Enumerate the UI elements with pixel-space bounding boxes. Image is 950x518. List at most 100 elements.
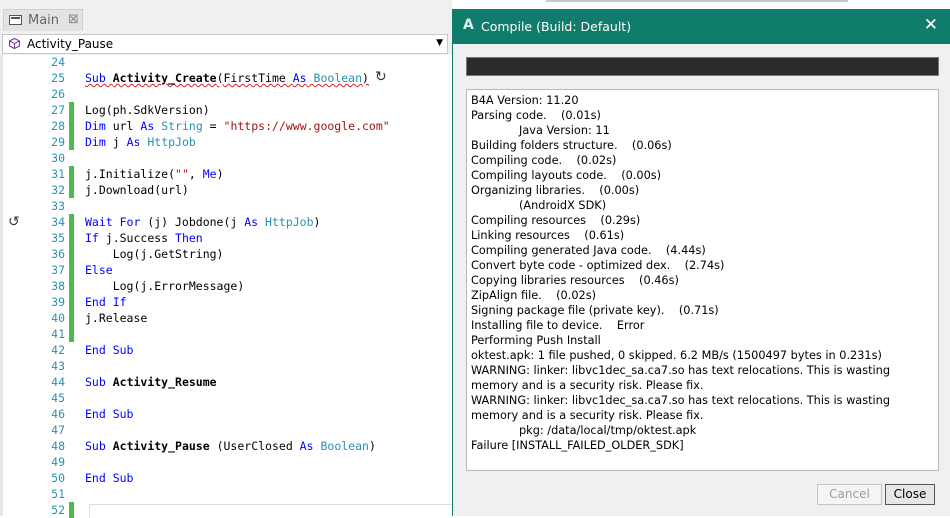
code-line[interactable]: 49 bbox=[3, 454, 455, 470]
code-line[interactable]: 34 Wait For (j) Jobdone(j As HttpJob) bbox=[3, 214, 455, 230]
log-line: WARNING: linker: libvc1dec_sa.ca7.so has… bbox=[471, 364, 894, 392]
code-text: Log(j.ErrorMessage) bbox=[85, 279, 245, 293]
line-number: 41 bbox=[51, 327, 65, 341]
code-line[interactable]: 39 End If bbox=[3, 294, 455, 310]
line-number: 27 bbox=[51, 103, 65, 117]
code-line[interactable]: 32 j.Download(url) bbox=[3, 182, 455, 198]
line-number: 46 bbox=[51, 407, 65, 421]
line-number: 34 bbox=[51, 215, 65, 229]
line-number: 40 bbox=[51, 311, 65, 325]
code-line[interactable]: 43 bbox=[3, 358, 455, 374]
change-marker bbox=[69, 182, 74, 198]
line-number: 37 bbox=[51, 263, 65, 277]
b4a-logo-icon: A bbox=[463, 17, 474, 33]
log-line: Building folders structure. (0.06s) bbox=[471, 139, 672, 152]
log-line: Convert byte code - optimized dex. (2.74… bbox=[471, 259, 725, 272]
change-marker bbox=[69, 214, 74, 230]
log-line: Signing package file (private key). (0.7… bbox=[471, 304, 719, 317]
code-text: Log(j.GetString) bbox=[85, 247, 224, 261]
dialog-title-bar: A Compile (Build: Default) ✕ bbox=[453, 9, 950, 44]
code-line[interactable]: 37 Else bbox=[3, 262, 455, 278]
code-line[interactable]: 35 If j.Success Then bbox=[3, 230, 455, 246]
code-line[interactable]: 50 End Sub bbox=[3, 470, 455, 486]
code-line[interactable]: 29 Dim j As HttpJob bbox=[3, 134, 455, 150]
code-line[interactable]: 46 End Sub bbox=[3, 406, 455, 422]
log-line: Parsing code. (0.01s) bbox=[471, 109, 601, 122]
line-number: 47 bbox=[51, 423, 65, 437]
compile-log[interactable]: B4A Version: 11.20 Parsing code. (0.01s) J… bbox=[466, 89, 939, 471]
code-line[interactable]: 33 bbox=[3, 198, 455, 214]
code-line[interactable]: 27 Log(ph.SdkVersion) bbox=[3, 102, 455, 118]
compile-dialog: A Compile (Build: Default) ✕ B4A Version… bbox=[452, 9, 950, 516]
line-number: 48 bbox=[51, 439, 65, 453]
log-line: Java Version: 11 bbox=[519, 124, 610, 137]
code-line[interactable]: 44 Sub Activity_Resume bbox=[3, 374, 455, 390]
line-number: 49 bbox=[51, 455, 65, 469]
line-number: 38 bbox=[51, 279, 65, 293]
wait-for-icon: ↺ bbox=[8, 214, 20, 230]
log-line: B4A Version: 11.20 bbox=[471, 94, 579, 107]
line-number: 32 bbox=[51, 183, 65, 197]
line-number: 51 bbox=[51, 487, 65, 501]
line-number: 29 bbox=[51, 135, 65, 149]
close-button[interactable]: Close bbox=[885, 484, 935, 505]
code-line[interactable]: 42 End Sub bbox=[3, 342, 455, 358]
module-selector-value: Activity_Pause bbox=[27, 37, 114, 51]
line-number: 43 bbox=[51, 359, 65, 373]
code-text: If j.Success Then bbox=[85, 231, 203, 245]
tab-bar: Main ⊠ bbox=[0, 0, 452, 33]
change-marker bbox=[69, 262, 74, 278]
code-text: Sub Activity_Create(FirstTime As Boolean… bbox=[85, 71, 369, 85]
module-selector[interactable]: Activity_Pause ▼ bbox=[2, 34, 448, 54]
log-line: Compiling layouts code. (0.00s) bbox=[471, 169, 662, 182]
code-line[interactable]: 25 Sub Activity_Create(FirstTime As Boole… bbox=[3, 70, 455, 86]
line-number: 31 bbox=[51, 167, 65, 181]
log-line: (AndroidX SDK) bbox=[519, 199, 607, 212]
line-number: 39 bbox=[51, 295, 65, 309]
log-line: Linking resources (0.61s) bbox=[471, 229, 625, 242]
line-number: 36 bbox=[51, 247, 65, 261]
cancel-button[interactable]: Cancel bbox=[817, 484, 882, 505]
line-number: 35 bbox=[51, 231, 65, 245]
code-line[interactable]: 41 bbox=[3, 326, 455, 342]
change-marker bbox=[69, 310, 74, 326]
code-text: End If bbox=[85, 295, 127, 309]
code-line[interactable]: 36 Log(j.GetString) bbox=[3, 246, 455, 262]
code-line[interactable]: 30 bbox=[3, 150, 455, 166]
ide-editor-pane: Main ⊠ Activity_Pause ▼ 24 25 Sub Activity… bbox=[0, 0, 455, 518]
close-icon[interactable]: ✕ bbox=[924, 15, 938, 35]
change-marker bbox=[69, 294, 74, 310]
line-number: 50 bbox=[51, 471, 65, 485]
progress-fill bbox=[467, 58, 938, 75]
log-line: Performing Push Install bbox=[471, 334, 601, 347]
code-line[interactable]: 40 j.Release bbox=[3, 310, 455, 326]
code-line[interactable]: 47 bbox=[3, 422, 455, 438]
code-editor[interactable]: 24 25 Sub Activity_Create(FirstTime As Boo… bbox=[0, 54, 455, 518]
dialog-title: Compile (Build: Default) bbox=[481, 19, 632, 34]
tab-main-label: Main bbox=[28, 13, 60, 28]
log-line: Compiling generated Java code. (4.44s) bbox=[471, 244, 706, 257]
tab-close-icon[interactable]: ⊠ bbox=[68, 12, 79, 27]
code-text: Sub Activity_Pause (UserClosed As Boolea… bbox=[85, 439, 376, 453]
log-line: Copying libraries resources (0.46s) bbox=[471, 274, 679, 287]
code-line[interactable]: 24 bbox=[3, 54, 455, 70]
code-line[interactable]: 31 j.Initialize("", Me) bbox=[3, 166, 455, 182]
code-line[interactable]: 45 bbox=[3, 390, 455, 406]
code-line[interactable]: 28 Dim url As String = "https://www.googl… bbox=[3, 118, 455, 134]
change-marker bbox=[69, 326, 74, 342]
code-line[interactable]: 38 Log(j.ErrorMessage) bbox=[3, 278, 455, 294]
code-line[interactable]: 48 Sub Activity_Pause (UserClosed As Bool… bbox=[3, 438, 455, 454]
line-number: 24 bbox=[51, 55, 65, 69]
change-marker bbox=[69, 118, 74, 134]
code-text: End Sub bbox=[85, 343, 134, 357]
log-line: Compiling code. (0.02s) bbox=[471, 154, 617, 167]
dropdown-arrow-icon[interactable]: ▼ bbox=[436, 38, 443, 48]
code-line[interactable]: 51 bbox=[3, 486, 455, 502]
code-text: End Sub bbox=[85, 407, 134, 421]
change-marker bbox=[69, 102, 74, 118]
tab-main[interactable]: Main ⊠ bbox=[3, 9, 83, 31]
log-line: Failure [INSTALL_FAILED_OLDER_SDK] bbox=[471, 439, 684, 452]
change-marker bbox=[69, 278, 74, 294]
line-number: 30 bbox=[51, 151, 65, 165]
code-line[interactable]: 26 bbox=[3, 86, 455, 102]
